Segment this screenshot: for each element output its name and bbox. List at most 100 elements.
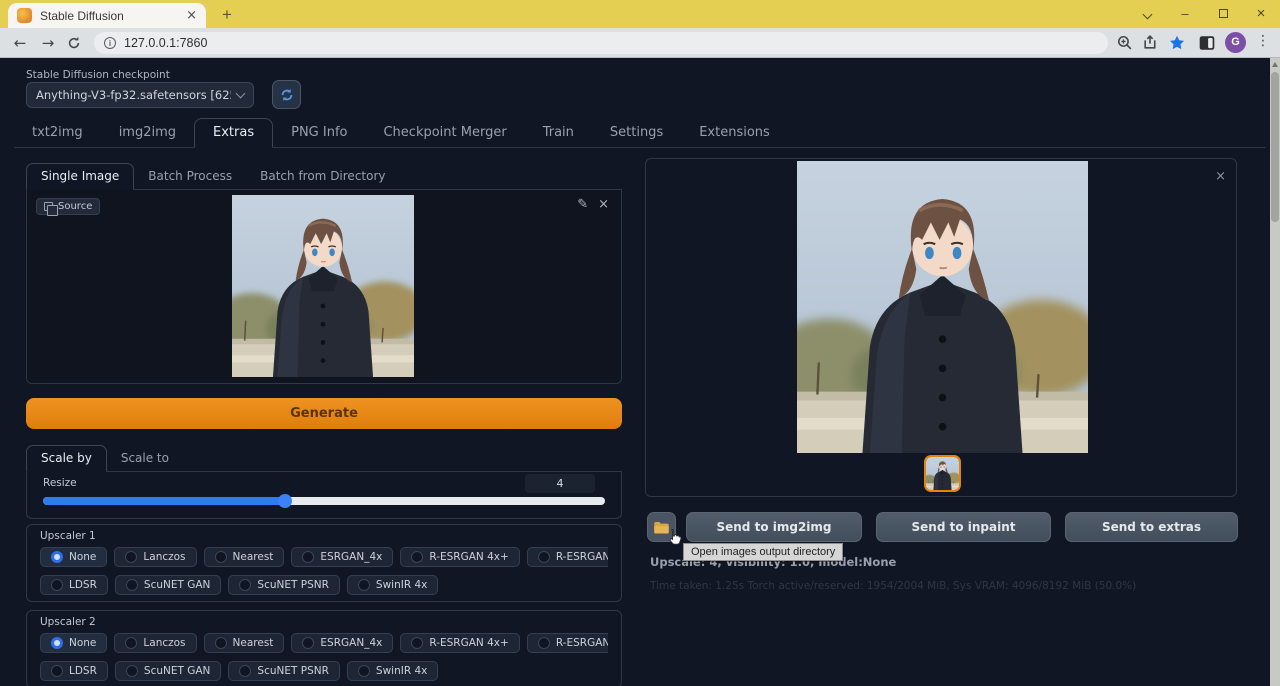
main-tab-bar: txt2img img2img Extras PNG Info Checkpoi… (14, 118, 1266, 148)
radio-icon (239, 665, 251, 677)
radio-icon (51, 665, 63, 677)
bookmark-star-icon[interactable] (1168, 34, 1186, 52)
chevron-down-icon (236, 88, 246, 98)
tab-settings[interactable]: Settings (592, 119, 681, 147)
screen: Stable Diffusion × + – × ← → i 127.0.0.1… (0, 0, 1280, 686)
checkpoint-value: Anything-V3-fp32.safetensors [625a2ba2] (36, 88, 231, 102)
tab-scale-to[interactable]: Scale to (107, 446, 183, 471)
source-image-dropzone[interactable]: Source ✎ × (26, 190, 622, 384)
upscaler1-option-resrgan-anime6b[interactable]: R-ESRGAN 4x+ Anime6B (527, 547, 608, 567)
clear-image-icon[interactable]: × (598, 197, 609, 212)
upscaler1-option-esrgan4x[interactable]: ESRGAN_4x (291, 547, 393, 567)
browser-menu-icon[interactable]: ⋮ (1256, 33, 1270, 49)
browser-tab[interactable]: Stable Diffusion × (8, 3, 206, 28)
radio-icon (126, 665, 138, 677)
upscaler2-option-swinir4x[interactable]: SwinIR 4x (347, 661, 438, 681)
scrollbar-thumb[interactable] (1271, 72, 1279, 222)
tab-checkpoint-merger[interactable]: Checkpoint Merger (365, 119, 524, 147)
upscaler1-option-swinir4x[interactable]: SwinIR 4x (347, 575, 438, 595)
copy-icon (44, 202, 53, 211)
subtab-batch-from-directory[interactable]: Batch from Directory (246, 164, 399, 189)
upscaler2-option-esrgan4x[interactable]: ESRGAN_4x (291, 633, 393, 653)
gallery-close-icon[interactable]: × (1215, 169, 1226, 184)
tab-img2img[interactable]: img2img (101, 119, 194, 147)
slider-fill (43, 497, 285, 505)
browser-tab-title: Stable Diffusion (40, 9, 178, 23)
send-to-inpaint-button[interactable]: Send to inpaint (876, 512, 1051, 542)
send-to-img2img-button[interactable]: Send to img2img (686, 512, 862, 542)
site-info-icon[interactable]: i (104, 37, 116, 49)
address-bar[interactable]: i 127.0.0.1:7860 (94, 32, 1108, 54)
zoom-icon[interactable] (1116, 34, 1134, 52)
resize-value-input[interactable]: 4 (525, 474, 595, 493)
upscaler2-option-scunet-psnr[interactable]: ScuNET PSNR (228, 661, 339, 681)
upscaler1-option-scunet-psnr[interactable]: ScuNET PSNR (228, 575, 339, 595)
upscaler1-label: Upscaler 1 (40, 530, 608, 542)
radio-icon (125, 637, 137, 649)
radio-icon (215, 551, 227, 563)
subtab-single-image[interactable]: Single Image (26, 163, 134, 190)
subtab-batch-process[interactable]: Batch Process (134, 164, 246, 189)
upscaler2-option-resrgan-anime6b[interactable]: R-ESRGAN 4x+ Anime6B (527, 633, 608, 653)
tab-txt2img[interactable]: txt2img (14, 119, 101, 147)
window-minimize-button[interactable]: – (1172, 3, 1198, 25)
scrollbar-up-arrow[interactable] (1272, 62, 1278, 67)
upscaler1-option-scunet-gan[interactable]: ScuNET GAN (115, 575, 222, 595)
radio-icon (358, 579, 370, 591)
upscaler2-option-ldsr[interactable]: LDSR (40, 661, 108, 681)
generate-button[interactable]: Generate (26, 398, 622, 429)
radio-icon (51, 637, 63, 649)
resize-slider[interactable] (43, 497, 605, 505)
source-image (232, 195, 414, 377)
reload-icon[interactable] (64, 33, 84, 53)
window-chevron-icon[interactable] (1134, 3, 1160, 25)
upscaler1-group: Upscaler 1 None Lanczos Nearest ESRGAN_4… (26, 524, 622, 602)
new-tab-button[interactable]: + (216, 4, 238, 26)
window-close-button[interactable]: × (1248, 3, 1274, 25)
upscaler1-option-nearest[interactable]: Nearest (204, 547, 285, 567)
back-icon[interactable]: ← (10, 33, 30, 53)
url-text: 127.0.0.1:7860 (124, 36, 207, 50)
radio-icon (411, 551, 423, 563)
source-chip: Source (36, 198, 100, 215)
upscaler1-option-resrgan4x[interactable]: R-ESRGAN 4x+ (400, 547, 519, 567)
radio-icon (358, 665, 370, 677)
share-icon[interactable] (1142, 34, 1160, 52)
upscaler2-option-resrgan4x[interactable]: R-ESRGAN 4x+ (400, 633, 519, 653)
upscaler1-option-none[interactable]: None (40, 547, 107, 567)
upscaler1-option-lanczos[interactable]: Lanczos (114, 547, 196, 567)
upscaler2-label: Upscaler 2 (40, 616, 608, 628)
profile-avatar[interactable]: G (1225, 32, 1246, 53)
extras-subtab-bar: Single Image Batch Process Batch from Di… (26, 160, 622, 190)
send-to-extras-button[interactable]: Send to extras (1065, 512, 1238, 542)
radio-icon (302, 551, 314, 563)
edit-image-icon[interactable]: ✎ (577, 197, 588, 212)
forward-icon[interactable]: → (38, 33, 58, 53)
upscaler2-option-none[interactable]: None (40, 633, 107, 653)
webui-page: Stable Diffusion checkpoint Anything-V3-… (0, 58, 1280, 686)
tab-scale-by[interactable]: Scale by (26, 445, 107, 472)
upscaler2-option-nearest[interactable]: Nearest (204, 633, 285, 653)
radio-icon (411, 637, 423, 649)
slider-handle[interactable] (278, 494, 292, 508)
gallery-thumbnail[interactable] (924, 455, 961, 492)
upscaler2-option-scunet-gan[interactable]: ScuNET GAN (115, 661, 222, 681)
thumbnail-image (926, 457, 959, 490)
radio-icon (215, 637, 227, 649)
checkpoint-dropdown[interactable]: Anything-V3-fp32.safetensors [625a2ba2] (26, 82, 254, 108)
refresh-checkpoints-button[interactable] (272, 80, 301, 109)
upscaler2-option-lanczos[interactable]: Lanczos (114, 633, 196, 653)
window-maximize-button[interactable] (1210, 3, 1236, 25)
tab-extras[interactable]: Extras (194, 118, 273, 148)
tab-close-icon[interactable]: × (186, 9, 197, 22)
page-scrollbar[interactable] (1270, 58, 1280, 686)
browser-toolbar: ← → i 127.0.0.1:7860 G ⋮ (0, 28, 1280, 58)
scale-by-panel: Resize 4 (26, 472, 622, 519)
upscaler1-option-ldsr[interactable]: LDSR (40, 575, 108, 595)
tab-train[interactable]: Train (525, 119, 592, 147)
radio-icon (239, 579, 251, 591)
result-image[interactable] (797, 161, 1088, 453)
tab-png-info[interactable]: PNG Info (273, 119, 365, 147)
side-panel-icon[interactable] (1198, 34, 1216, 52)
tab-extensions[interactable]: Extensions (681, 119, 788, 147)
